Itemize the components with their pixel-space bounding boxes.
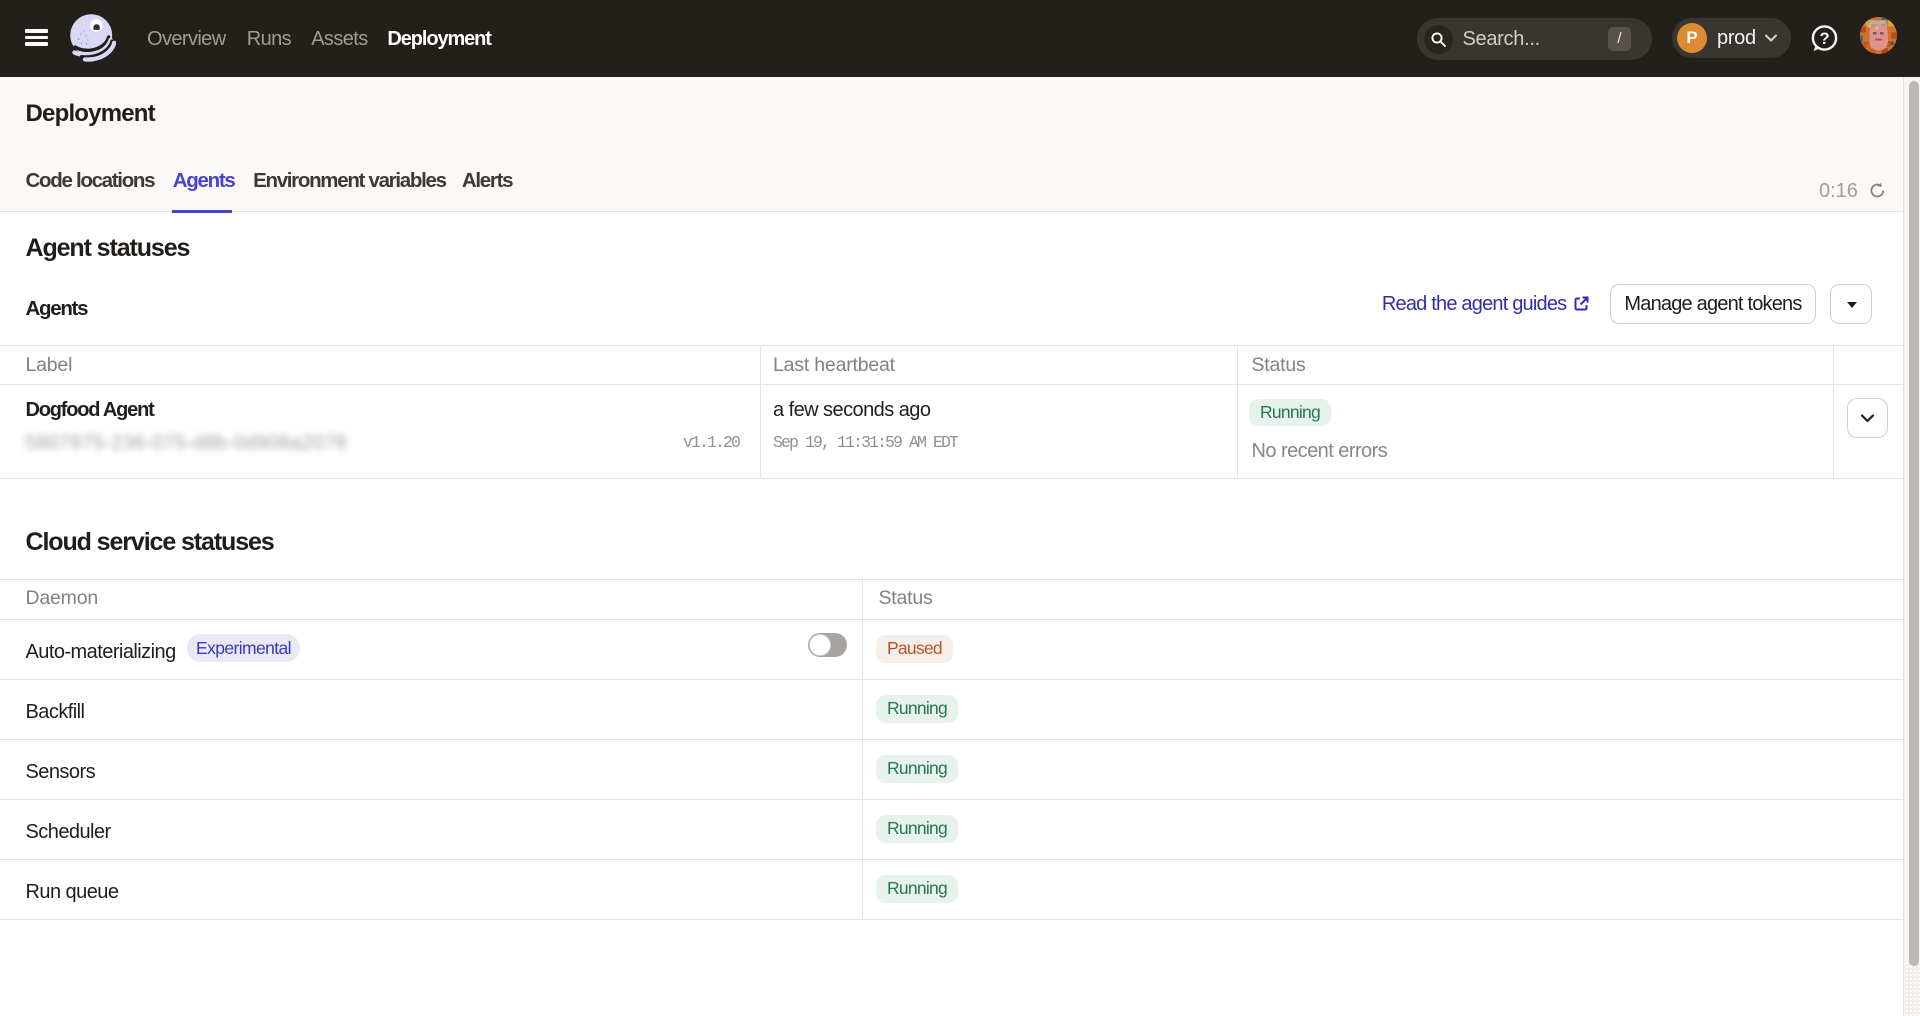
svg-text:?: ? [1819, 30, 1829, 48]
